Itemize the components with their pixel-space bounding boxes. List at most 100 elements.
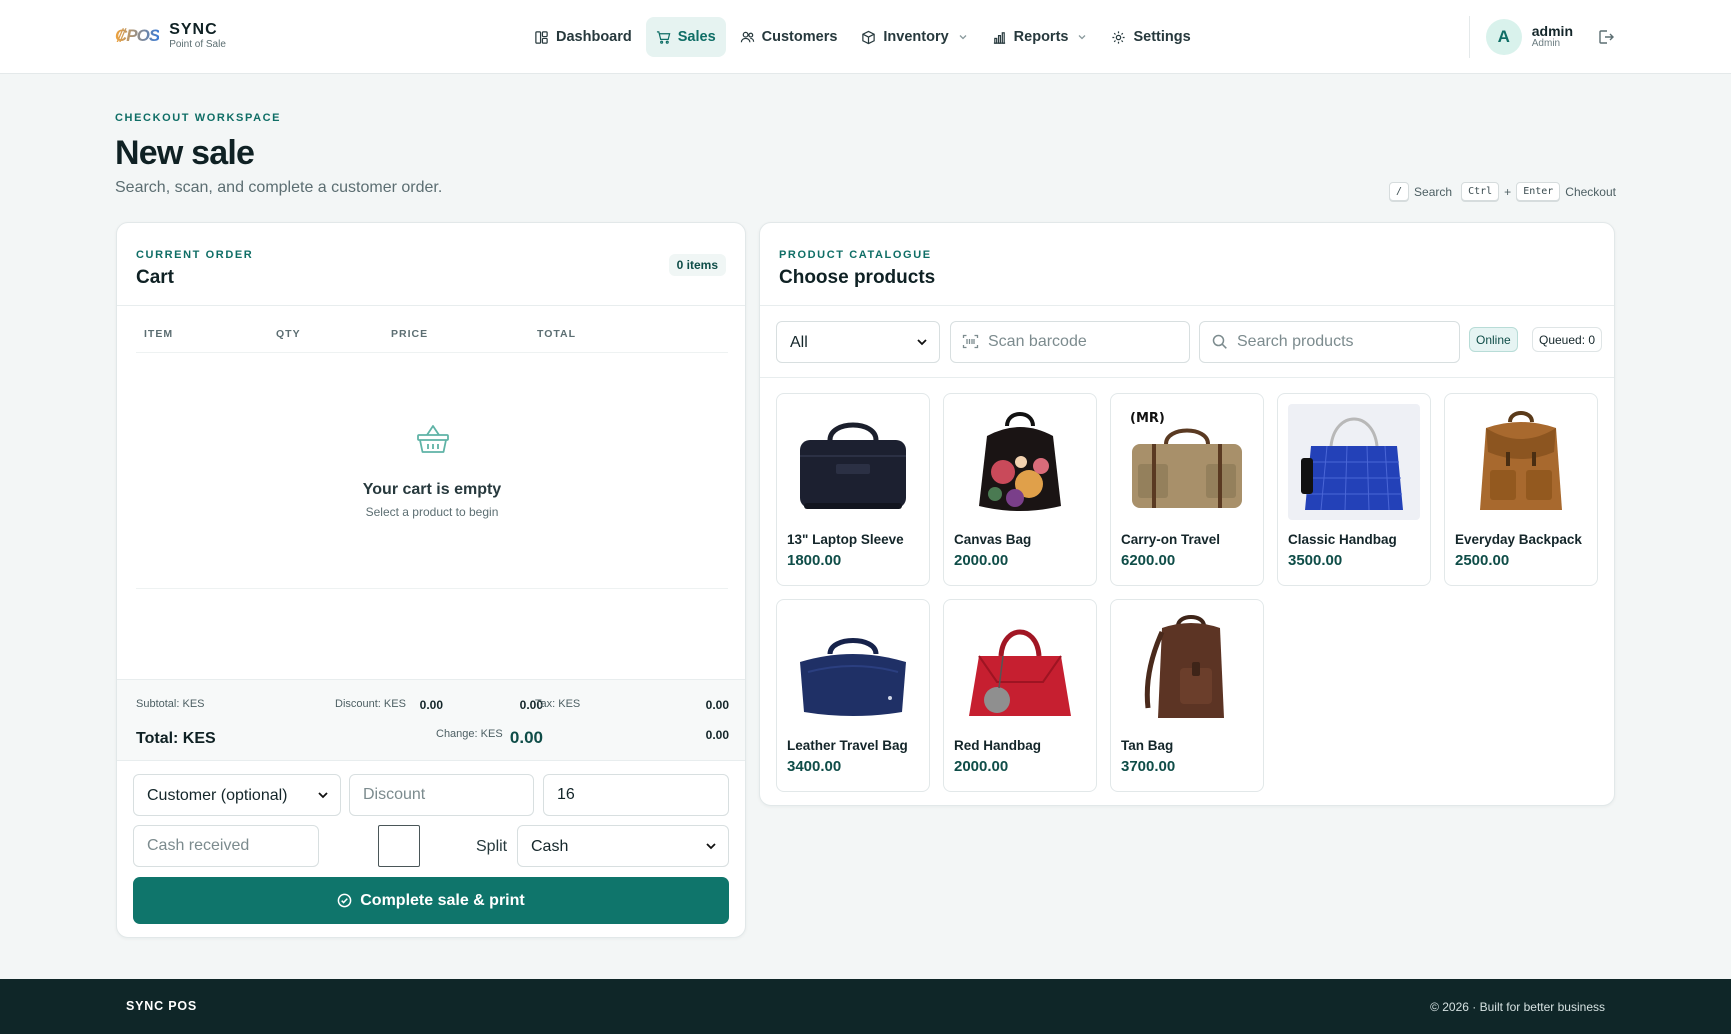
discount-input[interactable]	[349, 774, 534, 816]
kbd-ctrl: Ctrl	[1461, 182, 1500, 201]
cart-icon	[656, 30, 671, 44]
product-price: 2500.00	[1455, 552, 1510, 569]
floral-backpack-image	[979, 412, 1061, 511]
customer-select[interactable]: Customer (optional)	[133, 774, 341, 816]
product-card[interactable]: Canvas Bag 2000.00	[943, 393, 1097, 586]
cash-received-input[interactable]	[133, 825, 319, 867]
nav-sales[interactable]: Sales	[645, 17, 726, 57]
page-subtitle: Search, scan, and complete a customer or…	[115, 179, 443, 196]
payment-method-wrap: Cash	[517, 825, 729, 867]
brand-logo: ₡POS	[115, 26, 160, 45]
product-grid: 13" Laptop Sleeve 1800.00 Canvas Bag 200…	[776, 393, 1598, 792]
barcode-field-wrap	[950, 321, 1190, 363]
product-price: 1800.00	[787, 552, 842, 569]
product-name: Carry-on Travel	[1121, 532, 1221, 547]
search-field-wrap	[1199, 321, 1460, 363]
avatar[interactable]: A	[1485, 19, 1522, 55]
catalogue-eyebrow: PRODUCT CATALOGUE	[779, 249, 932, 261]
product-name: Tan Bag	[1121, 738, 1174, 753]
chevron-down-icon	[1079, 35, 1086, 40]
product-card[interactable]: 13" Laptop Sleeve 1800.00	[776, 393, 930, 586]
canvas-backpack-image	[1480, 411, 1562, 510]
chevron-down-icon	[959, 35, 967, 40]
split-checkbox[interactable]	[378, 825, 420, 867]
search-icon	[1212, 334, 1227, 349]
empty-cart-title: Your cart is empty	[362, 481, 502, 498]
shortcut-checkout-label: Checkout	[1565, 184, 1616, 199]
nav-dashboard-label: Dashboard	[556, 29, 632, 45]
product-card[interactable]: Everyday Backpack 2500.00	[1444, 393, 1598, 586]
product-price: 6200.00	[1121, 552, 1176, 569]
product-card[interactable]: Tan Bag 3700.00	[1110, 599, 1264, 792]
column-item: ITEM	[144, 328, 174, 340]
product-price: 2000.00	[954, 552, 1009, 569]
quilted-handbag-image	[1301, 417, 1403, 511]
product-image	[954, 404, 1086, 520]
product-card[interactable]: Red Handbag 2000.00	[943, 599, 1097, 792]
barcode-scan-icon	[962, 334, 979, 349]
barcode-input[interactable]	[950, 321, 1190, 363]
empty-cart-subtitle: Select a product to begin	[365, 505, 499, 519]
tax-rate-input[interactable]	[543, 774, 729, 816]
brand[interactable]: ₡POS SYNC Point of Sale	[115, 22, 226, 50]
brand-text: SYNC Point of Sale	[169, 22, 226, 50]
product-price: 3700.00	[1121, 758, 1176, 775]
basket-icon	[417, 425, 449, 453]
product-name: Canvas Bag	[954, 532, 1032, 547]
logout-icon[interactable]	[1597, 28, 1615, 46]
change-label: Change: KES	[436, 728, 503, 740]
keyboard-shortcuts: / Search Ctrl + Enter Checkout	[1389, 182, 1616, 201]
split-label: Split	[476, 838, 508, 855]
total-label: Total: KES	[136, 730, 216, 747]
cart-header: CURRENT ORDER Cart 0 items	[117, 223, 745, 306]
cart-panel: CURRENT ORDER Cart 0 items ITEM QTY PRIC…	[116, 222, 746, 938]
leather-bag-image	[1144, 615, 1224, 718]
canvas-duffel-image: (MR)	[1130, 411, 1242, 508]
gear-icon	[1112, 30, 1126, 44]
tax-value: 0.00	[705, 698, 729, 712]
nav-reports-label: Reports	[1013, 29, 1069, 45]
product-card[interactable]: Classic Handbag 3500.00	[1277, 393, 1431, 586]
bar-chart-icon	[993, 31, 1005, 44]
catalogue-filters: All Online Queued: 0	[760, 306, 1614, 378]
product-image	[1288, 404, 1420, 520]
check-circle-icon	[337, 893, 352, 908]
footer: SYNC POS © 2026 · Built for better busin…	[0, 979, 1731, 1034]
search-input[interactable]	[1199, 321, 1460, 363]
change-value: 0.00	[705, 728, 729, 742]
column-price: PRICE	[391, 328, 429, 340]
customer-select-wrap: Customer (optional)	[133, 774, 341, 816]
category-select[interactable]: All	[776, 321, 940, 363]
category-select-wrap: All	[776, 321, 940, 363]
catalogue-panel: PRODUCT CATALOGUE Choose products All On…	[759, 222, 1615, 806]
nav-inventory-label: Inventory	[883, 29, 949, 45]
product-name: Classic Handbag	[1288, 532, 1397, 547]
duffel-bag-image	[800, 422, 906, 509]
product-name: Leather Travel Bag	[787, 738, 908, 753]
users-icon	[740, 31, 754, 42]
shortcut-search-label: Search	[1414, 184, 1453, 199]
discount-value: 0.00	[519, 698, 543, 712]
product-image	[954, 610, 1086, 726]
footer-copyright: © 2026 · Built for better business	[1430, 1000, 1605, 1014]
product-card[interactable]: (MR) Carry-on Travel 6200.00	[1110, 393, 1264, 586]
product-image	[1121, 610, 1253, 726]
product-card[interactable]: Leather Travel Bag 3400.00	[776, 599, 930, 792]
product-image	[787, 404, 919, 520]
nav-inventory[interactable]: Inventory	[851, 17, 977, 57]
complete-sale-button[interactable]: Complete sale & print	[133, 877, 729, 924]
payment-method-select[interactable]: Cash	[517, 825, 729, 867]
main-nav: Dashboard Sales Customers Inventory Repo…	[524, 17, 1201, 57]
product-image: (MR)	[1121, 404, 1253, 520]
kbd-slash: /	[1389, 182, 1410, 201]
catalogue-header: PRODUCT CATALOGUE Choose products	[760, 223, 1614, 306]
product-price: 3500.00	[1288, 552, 1343, 569]
footer-brand: SYNC POS	[126, 999, 197, 1013]
nav-customers[interactable]: Customers	[730, 17, 848, 57]
subtotal-label: Subtotal: KES	[136, 698, 205, 710]
nav-settings[interactable]: Settings	[1101, 17, 1200, 57]
nav-dashboard[interactable]: Dashboard	[524, 17, 642, 57]
nav-reports[interactable]: Reports	[982, 17, 1098, 57]
shortcut-plus: +	[1504, 184, 1512, 199]
box-icon	[862, 30, 876, 44]
